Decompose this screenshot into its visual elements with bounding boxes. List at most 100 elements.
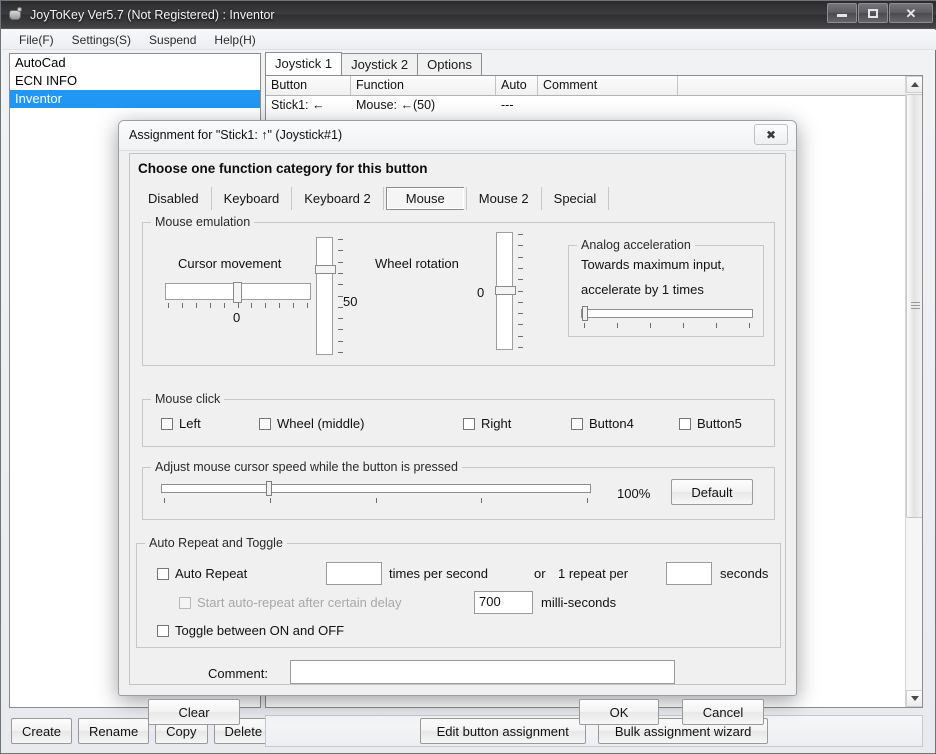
cell-comment <box>538 96 678 115</box>
tick-mark <box>518 301 523 303</box>
slider-thumb[interactable] <box>315 265 336 274</box>
slider-track <box>161 484 591 493</box>
checkbox-box[interactable] <box>157 567 169 580</box>
slider-thumb[interactable] <box>495 286 516 295</box>
category-tab-special[interactable]: Special <box>542 186 610 210</box>
column-header-comment[interactable]: Comment <box>538 76 678 95</box>
checkbox-label: Auto Repeat <box>175 566 248 581</box>
joystick-icon <box>8 6 24 23</box>
category-tab-mouse[interactable]: Mouse <box>385 186 464 210</box>
analog-acceleration-group: Analog acceleration Towards maximum inpu… <box>568 238 764 337</box>
checkbox-label: Button5 <box>697 416 742 431</box>
create-button[interactable]: Create <box>11 718 73 744</box>
tick-mark <box>338 340 343 342</box>
cursor-speed-legend: Adjust mouse cursor speed while the butt… <box>151 460 462 474</box>
rename-button[interactable]: Rename <box>78 718 150 744</box>
wheel-rotation-label: Wheel rotation <box>375 256 459 271</box>
column-header-extra[interactable] <box>678 76 906 95</box>
checkbox-box[interactable] <box>259 417 271 430</box>
checkbox-auto-repeat[interactable]: Auto Repeat <box>157 566 247 581</box>
tick-mark <box>209 303 211 308</box>
times-per-second-input[interactable] <box>326 562 382 585</box>
scroll-up-button[interactable] <box>906 76 922 93</box>
delay-input[interactable]: 700 <box>474 591 533 614</box>
tick-mark <box>338 272 343 274</box>
default-button[interactable]: Default <box>671 479 753 505</box>
seconds-input[interactable] <box>666 562 712 585</box>
minimize-button[interactable] <box>827 3 857 23</box>
slider-thumb[interactable] <box>233 282 242 303</box>
menu-item-help[interactable]: Help(H) <box>205 31 264 49</box>
category-tab-disabled[interactable]: Disabled <box>136 186 212 210</box>
auto-repeat-legend: Auto Repeat and Toggle <box>145 536 287 550</box>
table-scrollbar[interactable] <box>905 76 922 707</box>
category-tab-keyboard[interactable]: Keyboard <box>212 186 293 210</box>
checkbox-box[interactable] <box>161 417 173 430</box>
checkbox-box[interactable] <box>571 417 583 430</box>
column-header-button[interactable]: Button <box>266 76 351 95</box>
or-label: or <box>534 566 546 581</box>
menu-item-settings[interactable]: Settings(S) <box>63 31 140 49</box>
tick-mark <box>375 498 377 503</box>
cursor-movement-label: Cursor movement <box>178 256 282 271</box>
column-header-function[interactable]: Function <box>351 76 496 95</box>
window-controls: ✕ <box>827 3 933 23</box>
maximize-button[interactable] <box>858 3 888 23</box>
analog-acceleration-legend: Analog acceleration <box>577 238 695 252</box>
cursor-speed-value: 100% <box>617 486 651 501</box>
menu-item-suspend[interactable]: Suspend <box>140 31 205 49</box>
checkbox-box[interactable] <box>157 624 169 637</box>
analog-acceleration-line1: Towards maximum input, <box>581 257 725 272</box>
tick-mark <box>338 239 343 240</box>
close-button[interactable]: ✕ <box>889 3 933 23</box>
tab-joystick-1[interactable]: Joystick 1 <box>265 52 343 75</box>
ok-button[interactable]: OK <box>579 699 659 725</box>
checkbox-button5[interactable]: Button5 <box>679 416 742 431</box>
tab-options[interactable]: Options <box>417 53 482 75</box>
checkbox-wheel-middle[interactable]: Wheel (middle) <box>259 416 364 431</box>
seconds-label: seconds <box>720 566 769 581</box>
comment-input[interactable] <box>290 660 675 684</box>
tick-mark <box>338 250 343 252</box>
close-icon: ✕ <box>905 5 917 21</box>
joystick-tabs: Joystick 1 Joystick 2 Options <box>265 52 923 76</box>
clear-button[interactable]: Clear <box>148 699 240 725</box>
tick-mark <box>237 303 239 308</box>
tick-mark <box>518 324 523 326</box>
tick-mark <box>293 303 295 308</box>
tick-mark <box>749 323 750 328</box>
category-tab-mouse-2[interactable]: Mouse 2 <box>465 186 542 210</box>
tick-mark <box>683 323 684 328</box>
tick-mark <box>168 303 169 308</box>
minimize-icon <box>837 14 847 17</box>
slider-ticks <box>518 232 524 350</box>
scroll-down-button[interactable] <box>906 690 922 707</box>
list-item[interactable]: Inventor <box>10 90 260 108</box>
checkbox-toggle[interactable]: Toggle between ON and OFF <box>157 623 344 638</box>
category-tab-keyboard-2[interactable]: Keyboard 2 <box>292 186 384 210</box>
one-repeat-per-label: 1 repeat per <box>558 566 629 581</box>
auto-repeat-group: Auto Repeat and Toggle Auto Repeat times… <box>136 536 781 648</box>
cancel-button[interactable]: Cancel <box>682 699 764 725</box>
tick-mark <box>518 313 523 315</box>
edit-button-assignment-button[interactable]: Edit button assignment <box>419 718 586 744</box>
tab-joystick-2[interactable]: Joystick 2 <box>341 53 419 75</box>
list-item[interactable]: AutoCad <box>10 54 260 72</box>
delay-units-label: milli-seconds <box>541 595 617 610</box>
close-icon: ✖ <box>765 127 777 142</box>
scrollbar-thumb[interactable] <box>906 94 922 518</box>
slider-thumb[interactable] <box>266 481 272 496</box>
menu-item-file[interactable]: File(F) <box>10 31 63 49</box>
list-item[interactable]: ECN INFO <box>10 72 260 90</box>
checkbox-box[interactable] <box>463 417 475 430</box>
dialog-close-button[interactable]: ✖ <box>754 124 788 145</box>
checkbox-button4[interactable]: Button4 <box>571 416 634 431</box>
cursor-movement-value: 0 <box>233 310 241 325</box>
table-row[interactable]: Stick1: ← Mouse: ←(50) --- <box>266 96 922 115</box>
column-header-auto[interactable]: Auto <box>496 76 538 95</box>
checkbox-box[interactable] <box>679 417 691 430</box>
slider-thumb[interactable] <box>582 306 588 321</box>
checkbox-right[interactable]: Right <box>463 416 511 431</box>
checkbox-left[interactable]: Left <box>161 416 201 431</box>
category-tabs: Disabled Keyboard Keyboard 2 Mouse Mouse… <box>136 184 776 212</box>
